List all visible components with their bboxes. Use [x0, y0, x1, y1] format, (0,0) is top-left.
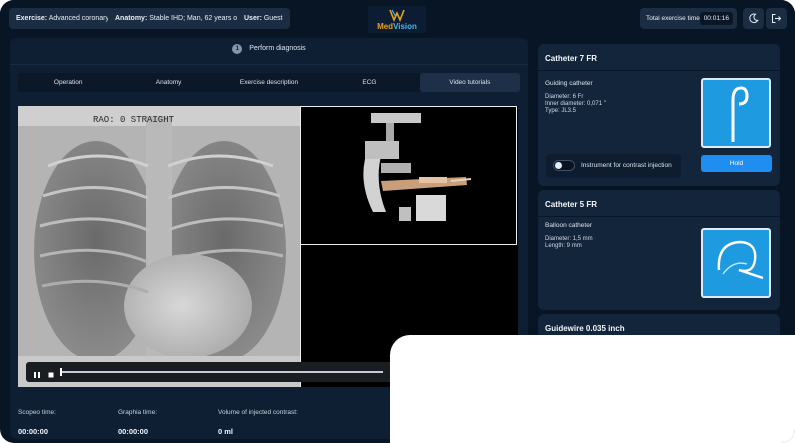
- user-pill: User: Guest: [237, 8, 290, 29]
- scopeo-time-label: Scopeo time:: [18, 409, 56, 416]
- card-title: Guidewire 0.035 inch: [545, 324, 625, 333]
- graphia-time-label: Graphia time:: [118, 409, 158, 416]
- spec-diameter: Diameter: 1,5 mm: [545, 236, 593, 242]
- instrument-card-catheter-7fr[interactable]: Catheter 7 FR Guiding catheter Diameter:…: [538, 44, 780, 186]
- catheter-5fr-thumbnail: [701, 228, 771, 298]
- exercise-pill: Exercise: Advanced coronary: [9, 8, 117, 29]
- c-arm-3d-graphic: [363, 113, 472, 221]
- pause-icon: [34, 372, 40, 378]
- video-player-controls: [26, 362, 396, 382]
- hold-button[interactable]: Hold: [701, 155, 772, 172]
- background-cutout: [390, 335, 795, 443]
- balloon-catheter-icon: [717, 240, 764, 280]
- top-bar: Exercise: Advanced coronary Anatomy: Sta…: [0, 0, 795, 38]
- exercise-value: Advanced coronary: [48, 15, 110, 22]
- guiding-catheter-icon: [731, 86, 749, 142]
- tab-operation[interactable]: Operation: [18, 73, 118, 92]
- tab-exercise-description[interactable]: Exercise description: [219, 73, 319, 92]
- pause-button[interactable]: [32, 367, 42, 378]
- xray-image: RAO: 0 STRAIGHT: [18, 106, 300, 387]
- logout-button[interactable]: [766, 8, 787, 29]
- moon-icon: [749, 13, 759, 24]
- spec-type: Type: JL3.5: [545, 108, 577, 114]
- exercise-label: Exercise:: [16, 15, 48, 22]
- catheter-7fr-thumbnail: [701, 78, 771, 148]
- total-time-value: 00:01:16: [699, 12, 733, 25]
- logo-mark-icon: [389, 9, 405, 22]
- user-value: Guest: [263, 15, 283, 22]
- logout-icon: [772, 14, 782, 23]
- step-indicator: 1 Perform diagnosis: [10, 38, 528, 60]
- logo-word-med: Med: [377, 22, 394, 31]
- card-subtitle: Guiding catheter: [545, 80, 593, 87]
- total-exercise-time: Total exercise time 00:01:16: [640, 8, 737, 29]
- xray-overlay-text: RAO: 0 STRAIGHT: [93, 115, 175, 125]
- card-title: Catheter 5 FR: [545, 200, 598, 209]
- video-progress-handle[interactable]: [60, 368, 62, 376]
- logo-word-vision: Vision: [393, 22, 417, 31]
- tab-ecg[interactable]: ECG: [319, 73, 419, 92]
- anatomy-pill: Anatomy: Stable IHD; Man, 62 years old: [108, 8, 250, 29]
- medvision-logo: MedVision: [368, 6, 426, 33]
- card-subtitle: Balloon catheter: [545, 222, 592, 229]
- app-window: Exercise: Advanced coronary Anatomy: Sta…: [0, 0, 795, 443]
- contrast-volume-value: 0 ml: [218, 427, 234, 436]
- card-title: Catheter 7 FR: [545, 54, 598, 63]
- instrument-card-catheter-5fr[interactable]: Catheter 5 FR Balloon catheter Diameter:…: [538, 190, 780, 310]
- logo-wordmark: MedVision: [368, 22, 426, 31]
- divider: [538, 216, 780, 217]
- tab-bar: Operation Anatomy Exercise description E…: [18, 73, 521, 92]
- instrument-panel: Catheter 7 FR Guiding catheter Diameter:…: [538, 44, 780, 354]
- tab-video-tutorials[interactable]: Video tutorials: [419, 73, 521, 92]
- scopeo-time-value: 00:00:00: [18, 427, 49, 436]
- total-time-label: Total exercise time: [646, 15, 700, 22]
- step-number: 1: [232, 44, 243, 54]
- contrast-injection-label: Instrument for contrast injection: [581, 162, 672, 169]
- step-label: Perform diagnosis: [249, 45, 306, 52]
- video-progress-track[interactable]: [61, 371, 383, 373]
- spec-diameter: Diameter: 6 Fr: [545, 94, 584, 100]
- stop-button[interactable]: [46, 367, 56, 378]
- chest-xray-graphic: RAO: 0 STRAIGHT: [18, 106, 300, 387]
- c-arm-view: [300, 106, 517, 245]
- contrast-injection-toggle-row: Instrument for contrast injection: [546, 154, 681, 178]
- contrast-injection-toggle[interactable]: [553, 160, 575, 171]
- spec-inner-diameter: Inner diameter: 0,071 ": [545, 101, 606, 107]
- divider: [10, 64, 528, 65]
- anatomy-label: Anatomy:: [115, 15, 148, 22]
- user-label: User:: [244, 15, 262, 22]
- contrast-volume-label: Volume of injected contrast:: [218, 409, 298, 416]
- anatomy-value: Stable IHD; Man, 62 years old: [149, 15, 243, 22]
- graphia-time-value: 00:00:00: [118, 427, 149, 436]
- stop-icon: [48, 372, 54, 378]
- theme-toggle-button[interactable]: [743, 8, 764, 29]
- divider: [538, 70, 780, 71]
- tab-anatomy[interactable]: Anatomy: [118, 73, 218, 92]
- spec-length: Length: 9 mm: [545, 243, 582, 249]
- toggle-knob: [555, 162, 562, 169]
